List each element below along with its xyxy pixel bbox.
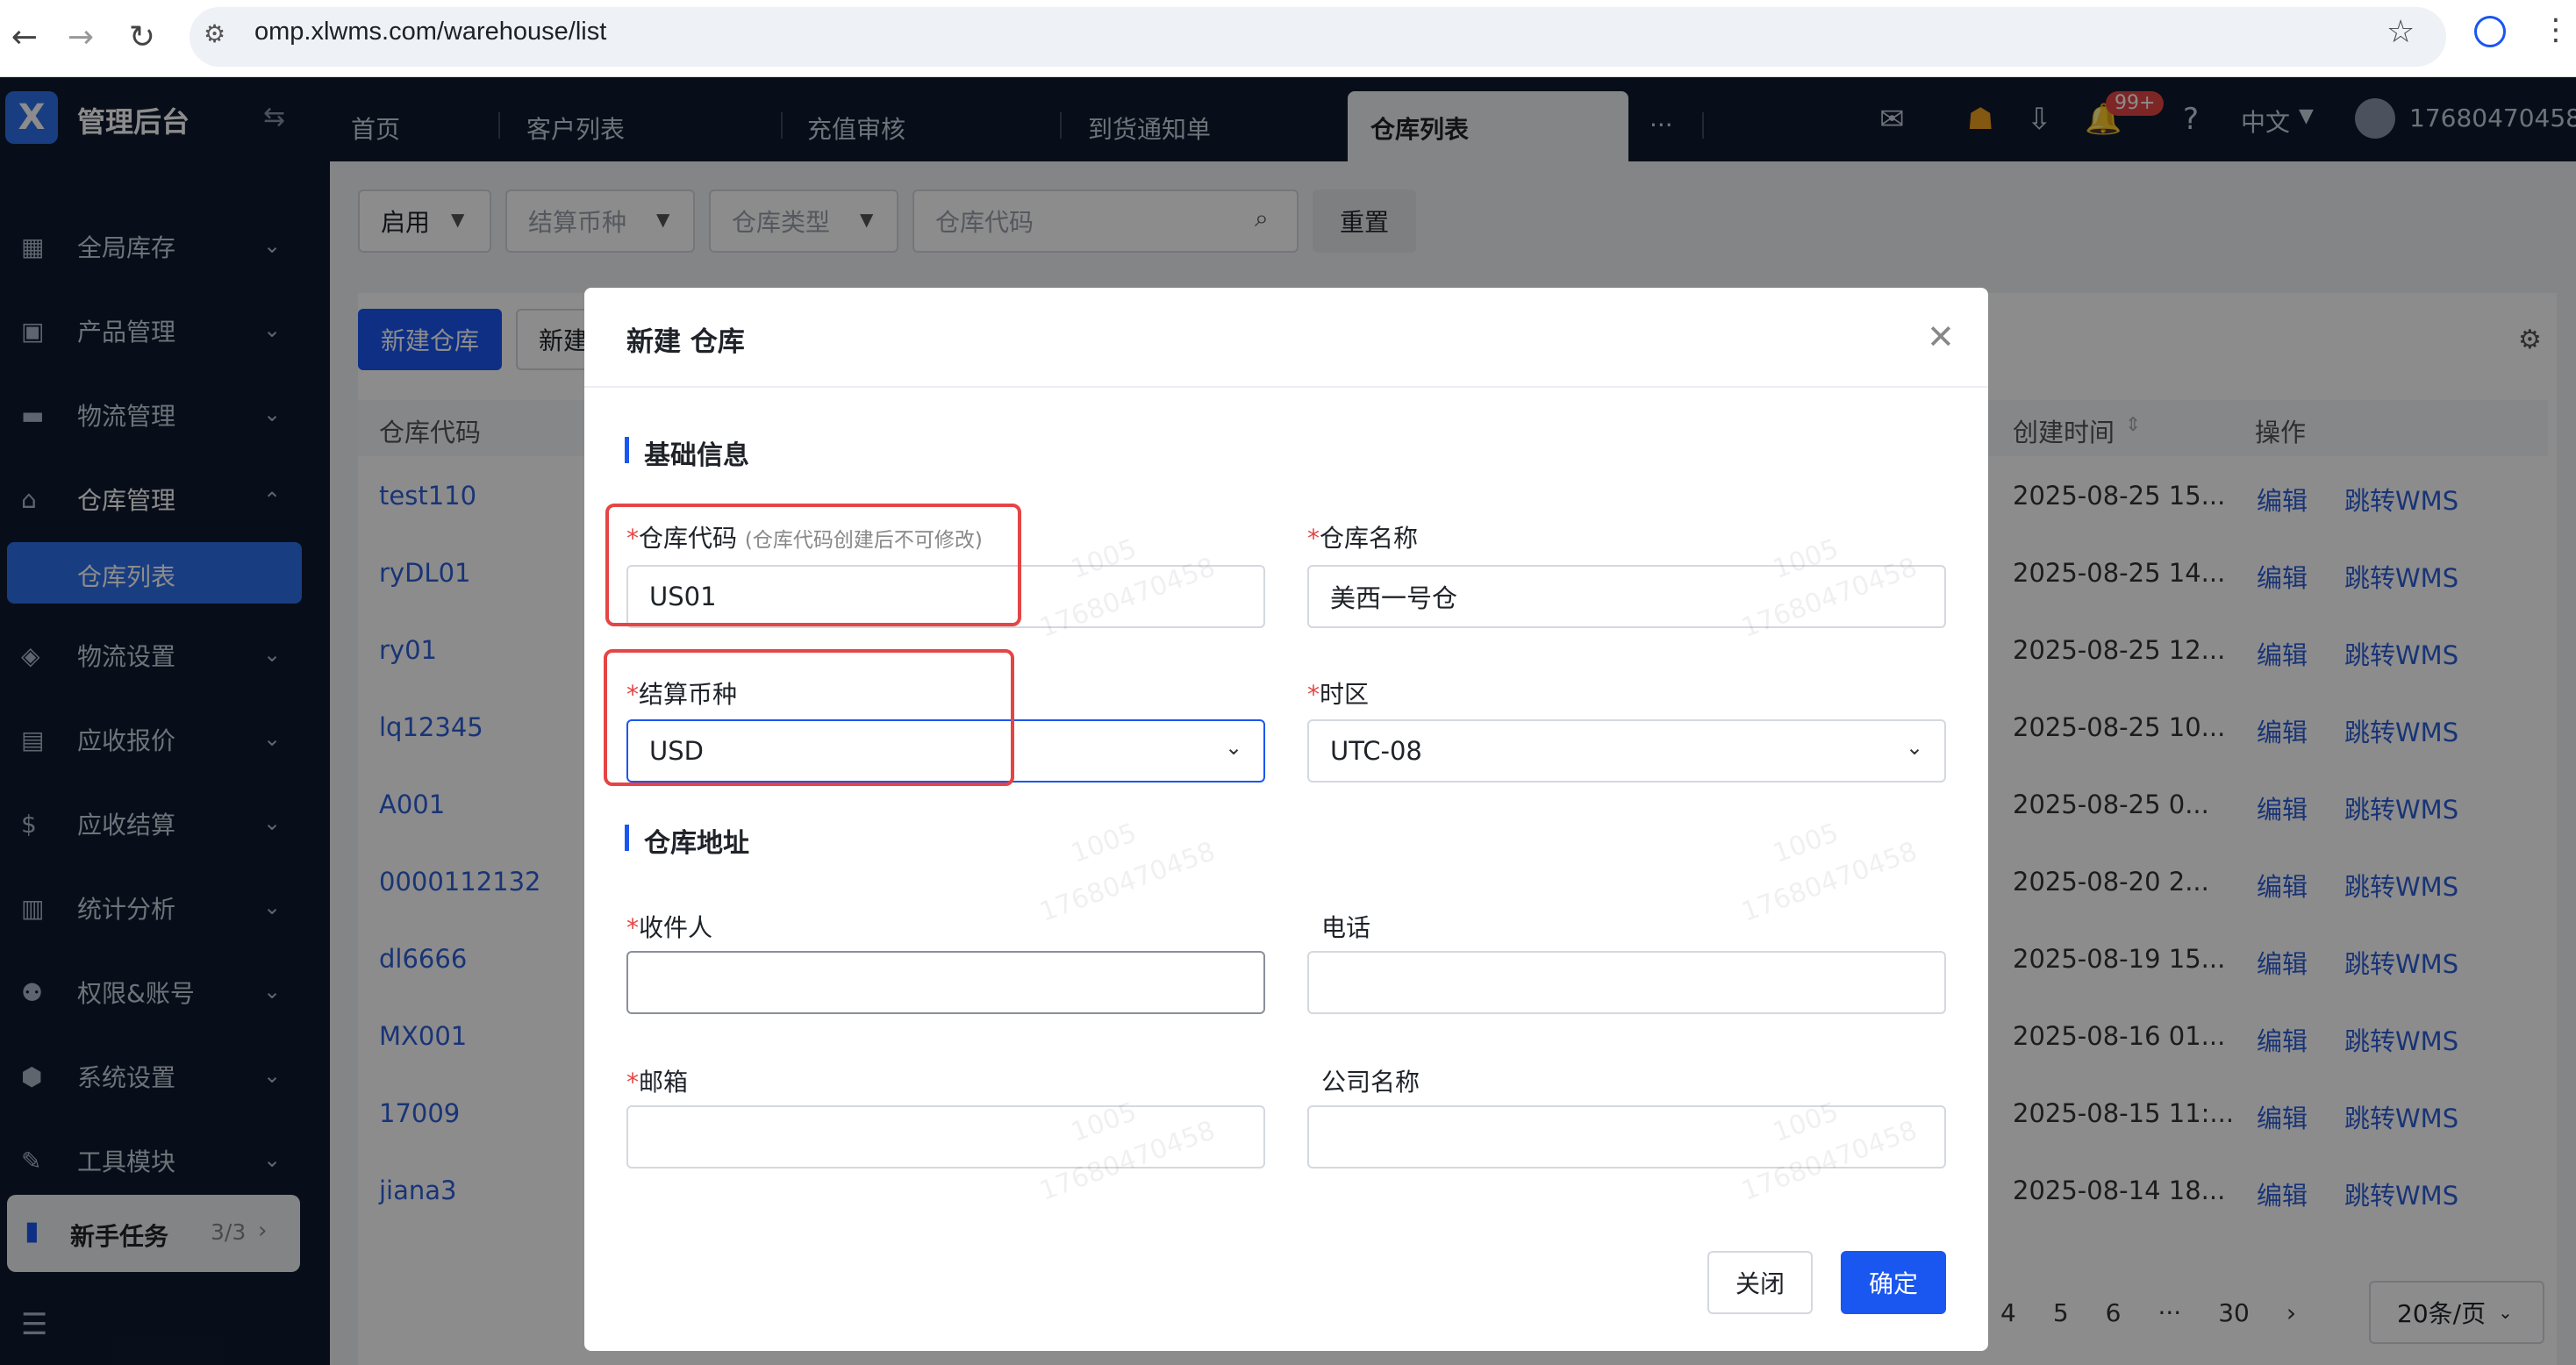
recipient-label: *收件人: [626, 913, 713, 942]
url-text: omp.xlwms.com/warehouse/list: [254, 18, 607, 46]
name-label: *仓库名称: [1307, 524, 1419, 553]
required-mark: *: [1307, 680, 1320, 709]
back-icon[interactable]: ←: [0, 12, 49, 61]
email-label: *邮箱: [626, 1068, 689, 1097]
company-label: 公司名称: [1321, 1068, 1420, 1097]
reload-icon[interactable]: ↻: [118, 12, 167, 61]
menu-icon[interactable]: ⋮: [2541, 12, 2571, 47]
timezone-select[interactable]: UTC-08: [1307, 719, 1946, 783]
timezone-label: *时区: [1307, 680, 1370, 709]
modal-divider: [584, 386, 1988, 388]
site-settings-icon[interactable]: ⚙: [204, 19, 225, 48]
phone-input[interactable]: [1307, 951, 1946, 1014]
section-marker: [625, 825, 629, 851]
chevron-down-icon: ⌄: [1906, 735, 1924, 760]
modal-title: 新建 仓库: [626, 326, 745, 358]
forward-icon[interactable]: →: [56, 12, 105, 61]
close-icon[interactable]: ✕: [1927, 318, 1955, 356]
required-mark: *: [1307, 524, 1320, 553]
section-marker: [625, 437, 629, 463]
required-mark: *: [626, 913, 639, 942]
chevron-down-icon: ⌄: [1225, 735, 1243, 760]
section-address: 仓库地址: [644, 828, 749, 859]
phone-label: 电话: [1321, 913, 1371, 942]
section-basic: 基础信息: [644, 440, 749, 471]
confirm-button[interactable]: 确定: [1841, 1251, 1946, 1314]
required-mark: *: [626, 1068, 639, 1097]
star-icon[interactable]: ☆: [2386, 14, 2415, 50]
close-button[interactable]: 关闭: [1707, 1251, 1813, 1314]
highlight-box-code: [605, 504, 1021, 626]
highlight-box-currency: [604, 649, 1014, 786]
profile-icon[interactable]: [2474, 16, 2506, 47]
recipient-input[interactable]: [626, 951, 1265, 1014]
